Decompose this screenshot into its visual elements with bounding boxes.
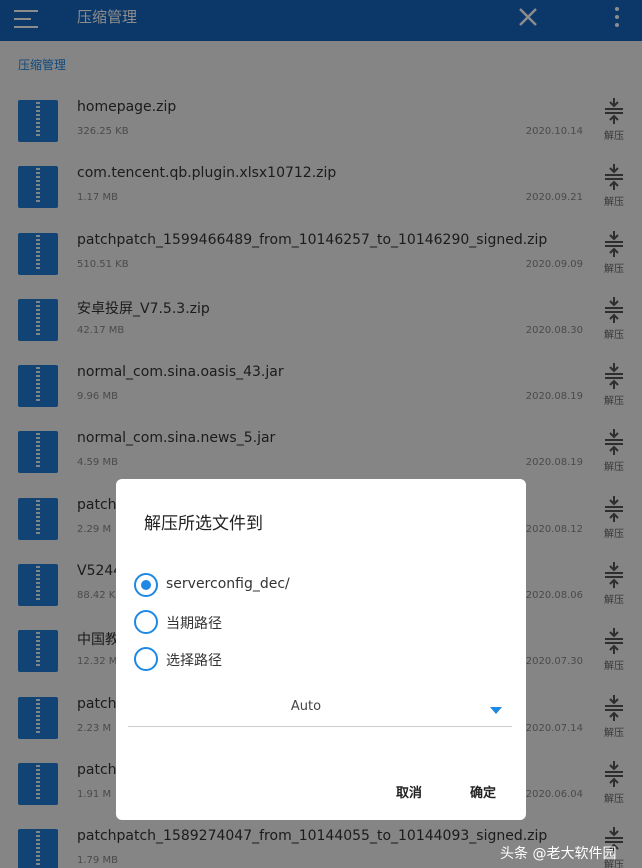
encoding-value: Auto (290, 699, 322, 714)
watermark: 头条 @老大软件园 (500, 846, 617, 862)
radio-option-choose-path[interactable]: 选择路径 (134, 645, 414, 673)
radio-option-current-path[interactable]: 当期路径 (134, 608, 414, 636)
radio-label: 当期路径 (166, 616, 222, 632)
cancel-button[interactable]: 取消 (396, 782, 422, 801)
radio-unselected-icon[interactable] (134, 610, 158, 634)
encoding-dropdown[interactable]: Auto (128, 697, 512, 727)
extract-dialog: 解压所选文件到 serverconfig_dec/ 当期路径 选择路径 Auto… (116, 479, 526, 820)
dropdown-caret-icon[interactable] (490, 707, 502, 714)
dialog-title: 解压所选文件到 (144, 514, 263, 534)
confirm-button[interactable]: 确定 (470, 782, 496, 801)
radio-label: serverconfig_dec/ (166, 576, 290, 592)
radio-selected-icon[interactable] (134, 573, 158, 597)
radio-label: 选择路径 (166, 653, 222, 669)
radio-unselected-icon[interactable] (134, 647, 158, 671)
radio-option-serverconfig[interactable]: serverconfig_dec/ (134, 571, 414, 599)
